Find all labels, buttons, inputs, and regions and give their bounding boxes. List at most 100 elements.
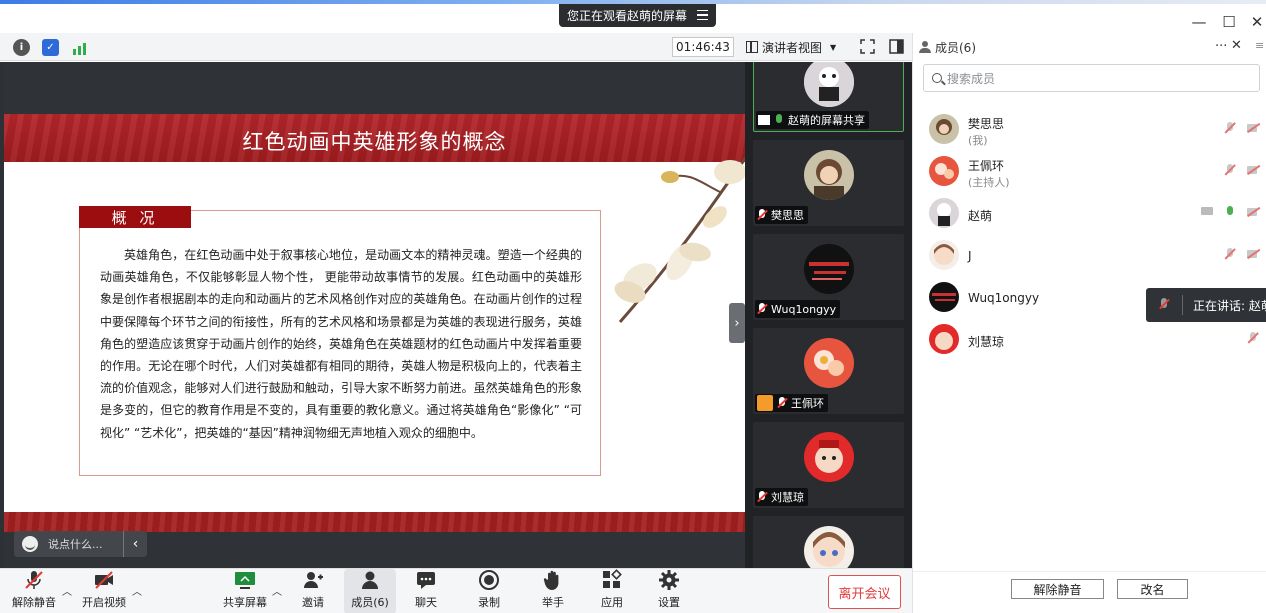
member-row[interactable]: 赵萌: [929, 193, 1266, 233]
fullscreen-icon[interactable]: [860, 39, 875, 54]
mic-muted-icon[interactable]: [1247, 332, 1260, 344]
unmute-all-button[interactable]: 解除静音: [1011, 579, 1104, 599]
chevron-up-icon[interactable]: ︿: [62, 583, 72, 598]
raise-hand-button[interactable]: 举手: [530, 569, 576, 613]
apps-button[interactable]: 应用: [589, 569, 635, 613]
camera-off-icon[interactable]: [1247, 206, 1260, 218]
settings-label: 设置: [658, 596, 680, 609]
presentation-slide: 红色动画中英雄形象的概念 概 况 英雄角色，在红色动画中处于叙事核心地位，是动画…: [4, 62, 745, 568]
mic-muted-icon: [757, 491, 767, 503]
video-name: 刘慧琼: [771, 491, 804, 504]
minimize-button[interactable]: —: [1186, 12, 1212, 32]
member-role: (主持人): [968, 176, 1010, 189]
bottom-control-bar: 解除静音 ︿ 开启视频 ︿ 共享屏幕 ︿ 邀请 成员(6) 聊天 录制 举手 应…: [0, 568, 912, 613]
member-row[interactable]: J: [929, 235, 1266, 275]
raise-hand-label: 举手: [542, 596, 564, 609]
share-screen-icon: [235, 572, 255, 589]
video-tile[interactable]: 樊思思: [753, 140, 904, 226]
apps-label: 应用: [601, 596, 623, 609]
member-name: J: [968, 249, 972, 263]
close-window-button[interactable]: ✕: [1244, 12, 1266, 32]
member-row[interactable]: 刘慧琼: [929, 319, 1266, 359]
avatar: [929, 324, 959, 354]
share-status-banner[interactable]: 您正在观看赵萌的屏幕: [559, 4, 716, 27]
chevron-up-icon[interactable]: ︿: [272, 583, 282, 598]
speaking-text: 正在讲话: 赵萌: [1193, 298, 1266, 313]
chevron-up-icon[interactable]: ︿: [132, 583, 142, 598]
invite-label: 邀请: [302, 596, 324, 609]
menu-lines-icon: [697, 10, 708, 20]
video-tile[interactable]: 赵萌的屏幕共享: [753, 62, 904, 132]
avatar: [929, 282, 959, 312]
member-row[interactable]: 樊思思 (我): [929, 109, 1266, 149]
mic-muted-icon: [777, 397, 787, 409]
members-label: 成员(6): [351, 596, 389, 609]
camera-off-icon[interactable]: [1247, 248, 1260, 260]
view-mode-dropdown[interactable]: 演讲者视图 ▼: [746, 37, 846, 57]
video-tile[interactable]: 王佩环: [753, 328, 904, 414]
screen-share-icon: [758, 115, 770, 125]
unmute-label: 解除静音: [12, 596, 56, 609]
avatar: [803, 150, 854, 200]
member-row[interactable]: 王佩环 (主持人): [929, 151, 1266, 191]
mic-on-icon[interactable]: [1224, 206, 1237, 218]
menu-lines-icon[interactable]: ≡: [1255, 39, 1264, 52]
divider: [1182, 295, 1183, 315]
collapse-videos-handle[interactable]: ›: [729, 303, 745, 343]
signal-icon[interactable]: [71, 39, 88, 56]
member-name: 刘慧琼: [968, 335, 1005, 349]
apps-icon: [603, 569, 622, 588]
hand-icon: [543, 570, 559, 590]
more-options-icon[interactable]: ···: [1215, 39, 1227, 54]
gear-icon: [659, 570, 679, 590]
close-panel-icon[interactable]: ✕: [1231, 38, 1242, 53]
chat-label: 聊天: [415, 596, 437, 609]
video-tile[interactable]: 刘慧琼: [753, 422, 904, 508]
chevron-left-icon[interactable]: ‹: [123, 531, 147, 557]
chat-button[interactable]: 聊天: [403, 569, 449, 613]
rename-button[interactable]: 改名: [1117, 579, 1188, 599]
mic-muted-icon[interactable]: [1224, 164, 1237, 176]
members-panel-footer: 解除静音 改名: [913, 571, 1266, 613]
leave-meeting-button[interactable]: 离开会议: [828, 575, 901, 609]
view-mode-label: 演讲者视图: [762, 40, 823, 55]
mic-muted-icon[interactable]: [1224, 248, 1237, 260]
unmute-button[interactable]: 解除静音: [10, 569, 58, 613]
overview-section-tag: 概 况: [79, 206, 191, 228]
start-video-button[interactable]: 开启视频: [80, 569, 128, 613]
shield-icon[interactable]: ✓: [42, 39, 59, 56]
member-name: 王佩环: [968, 159, 1005, 173]
member-name: Wuq1ongyy: [968, 291, 1040, 305]
video-name: 王佩环: [791, 397, 824, 410]
members-panel-header: 成员(6) ··· ✕ ≡: [913, 33, 1266, 61]
mic-on-icon: [774, 114, 784, 126]
camera-off-icon[interactable]: [1247, 164, 1260, 176]
mic-muted-icon[interactable]: [1224, 122, 1237, 134]
emoji-icon[interactable]: [22, 536, 38, 552]
record-button[interactable]: 录制: [466, 569, 512, 613]
comment-placeholder[interactable]: 说点什么...: [48, 536, 103, 552]
camera-off-icon[interactable]: [1247, 122, 1260, 134]
video-label: 刘慧琼: [755, 488, 808, 506]
invite-button[interactable]: 邀请: [290, 569, 336, 613]
camera-off-icon: [95, 571, 113, 589]
video-tile[interactable]: [753, 516, 904, 568]
settings-button[interactable]: 设置: [646, 569, 692, 613]
avatar: [803, 62, 854, 107]
sidebar-toggle-icon[interactable]: [889, 39, 904, 54]
share-status-text: 您正在观看赵萌的屏幕: [567, 9, 688, 23]
screen-share-icon: [1201, 206, 1214, 218]
avatar: [803, 526, 854, 568]
members-button[interactable]: 成员(6): [344, 569, 396, 613]
video-label: 赵萌的屏幕共享: [756, 111, 869, 129]
video-tile[interactable]: Wuq1ongyy: [753, 234, 904, 320]
comment-input-bar[interactable]: 说点什么... ‹: [14, 531, 147, 557]
maximize-button[interactable]: ☐: [1216, 12, 1242, 32]
magnolia-flowers-image: [614, 156, 745, 323]
share-screen-button[interactable]: 共享屏幕: [221, 569, 269, 613]
mic-muted-icon: [25, 571, 43, 589]
info-icon[interactable]: i: [13, 39, 30, 56]
person-icon: [919, 41, 931, 53]
member-search-input[interactable]: 搜索成员: [923, 64, 1260, 92]
speaking-indicator: 正在讲话: 赵萌: [1146, 288, 1266, 322]
